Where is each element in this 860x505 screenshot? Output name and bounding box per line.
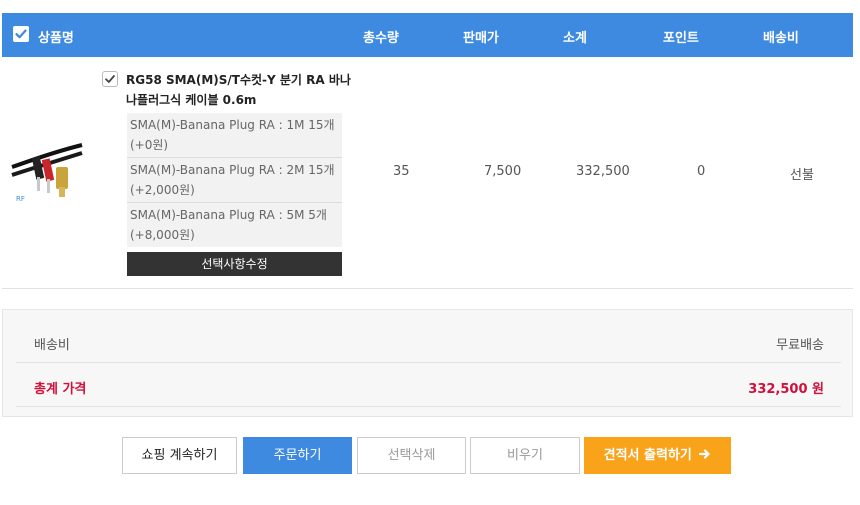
shipping-summary-row: 배송비 무료배송 xyxy=(16,320,841,363)
cable-image: RF xyxy=(10,131,84,209)
select-all-checkbox[interactable] xyxy=(13,26,29,42)
shipping-label: 배송비 xyxy=(34,338,70,353)
continue-shopping-button[interactable]: 쇼핑 계속하기 xyxy=(122,437,237,474)
header-price: 판매가 xyxy=(463,31,499,46)
header-quantity: 총수량 xyxy=(363,31,399,46)
item-price: 7,500 xyxy=(484,164,522,179)
product-thumbnail[interactable]: RF xyxy=(10,131,84,209)
cart-table-header: 상품명 총수량 판매가 소계 포인트 배송비 xyxy=(2,13,853,57)
header-points: 포인트 xyxy=(663,31,699,46)
item-points: 0 xyxy=(697,164,706,179)
header-product: 상품명 xyxy=(38,31,74,46)
header-subtotal: 소계 xyxy=(563,31,587,46)
row-divider xyxy=(2,288,853,289)
item-shipping: 선불 xyxy=(790,168,814,183)
delete-selected-button[interactable]: 선택삭제 xyxy=(357,437,466,474)
arrow-right-icon xyxy=(699,449,710,459)
product-name[interactable]: RG58 SMA(M)S/T수컷-Y 분기 RA 바나나플러그식 케이블 0.6… xyxy=(126,70,358,110)
print-quote-button[interactable]: 견적서 출력하기 xyxy=(584,437,731,474)
total-label: 총계 가격 xyxy=(34,382,87,397)
shipping-value: 무료배송 xyxy=(776,338,824,353)
item-quantity: 35 xyxy=(393,164,410,179)
print-quote-label: 견적서 출력하기 xyxy=(603,448,692,463)
option-item: SMA(M)-Banana Plug RA : 2M 15개 (+2,000원) xyxy=(127,158,342,203)
option-item: SMA(M)-Banana Plug RA : 1M 15개 (+0원) xyxy=(127,113,342,158)
svg-text:RF: RF xyxy=(16,195,25,203)
edit-options-button[interactable]: 선택사항수정 xyxy=(127,252,342,276)
total-value: 332,500 원 xyxy=(748,382,824,397)
header-shipping: 배송비 xyxy=(763,31,799,46)
order-summary: 배송비 무료배송 총계 가격 332,500 원 xyxy=(2,309,853,417)
option-list: SMA(M)-Banana Plug RA : 1M 15개 (+0원) SMA… xyxy=(127,113,342,247)
order-button[interactable]: 주문하기 xyxy=(243,437,352,474)
option-item: SMA(M)-Banana Plug RA : 5M 5개 (+8,000원) xyxy=(130,208,327,242)
total-summary-row: 총계 가격 332,500 원 xyxy=(16,364,841,407)
item-subtotal: 332,500 xyxy=(576,164,630,179)
empty-cart-button[interactable]: 비우기 xyxy=(470,437,580,474)
checkmark-icon xyxy=(15,29,27,39)
checkmark-icon xyxy=(105,75,115,83)
item-checkbox[interactable] xyxy=(102,71,118,87)
